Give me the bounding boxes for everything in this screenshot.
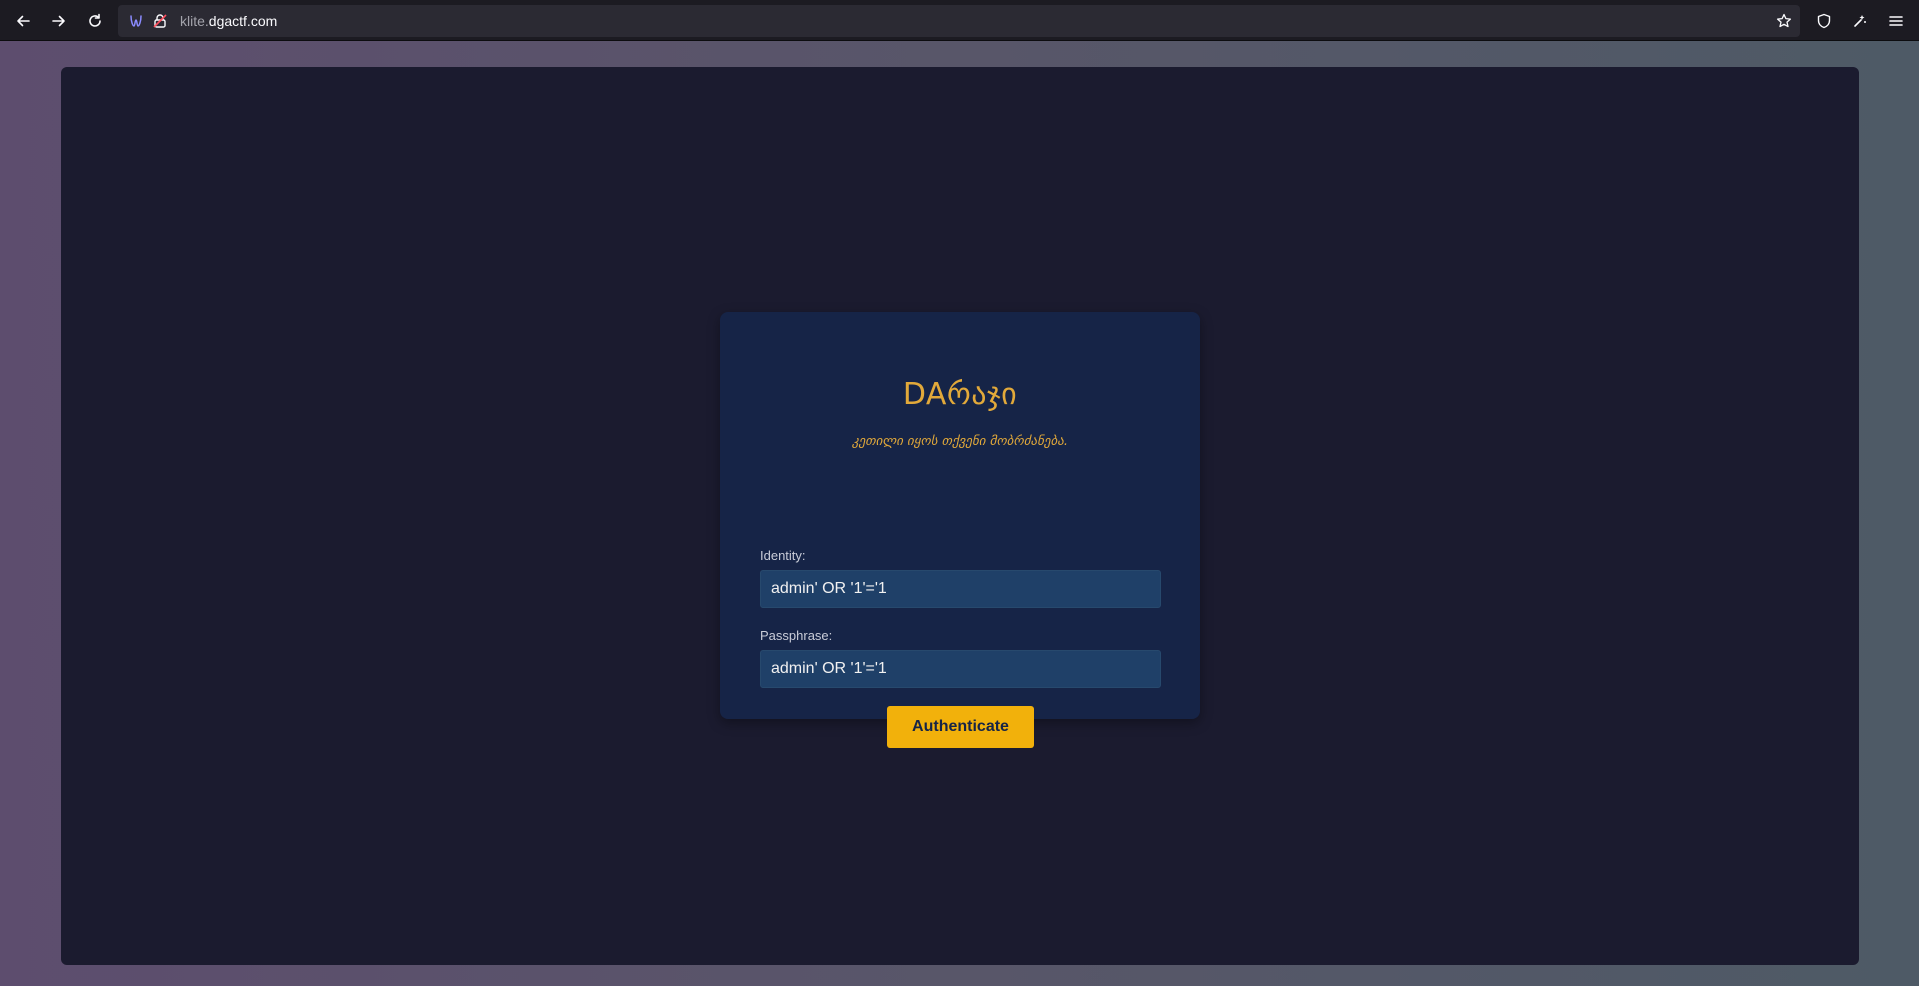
login-card: DAრაჯი კეთილი იყოს თქვენი მობრძანება. Id…: [720, 312, 1200, 748]
identity-label: Identity:: [760, 548, 806, 563]
shield-button[interactable]: [1810, 8, 1838, 34]
browser-toolbar: klite.dgactf.com: [0, 0, 1919, 41]
forward-button[interactable]: [45, 8, 73, 34]
back-button[interactable]: [9, 8, 37, 34]
url-text[interactable]: klite.dgactf.com: [180, 12, 277, 30]
extensions-button[interactable]: [1846, 8, 1874, 34]
passphrase-label: Passphrase:: [760, 628, 833, 643]
reload-button[interactable]: [81, 8, 109, 34]
passphrase-field[interactable]: [760, 650, 1161, 688]
back-arrow-icon: [15, 13, 31, 29]
tracking-protection-icon[interactable]: [127, 12, 145, 30]
authenticate-button[interactable]: Authenticate: [887, 706, 1034, 748]
bookmark-star-icon[interactable]: [1775, 12, 1793, 30]
page-container: DAრაჯი კეთილი იყოს თქვენი მობრძანება. Id…: [61, 67, 1859, 965]
forward-arrow-icon: [51, 13, 67, 29]
url-subdomain: klite.: [180, 13, 209, 29]
reload-icon: [87, 13, 103, 29]
page-title: DAრაჯი: [902, 377, 1018, 412]
identity-field[interactable]: [760, 570, 1161, 608]
insecure-lock-icon[interactable]: [151, 12, 169, 30]
menu-button[interactable]: [1882, 8, 1910, 34]
extensions-icon: [1852, 13, 1868, 29]
welcome-subtitle: კეთილი იყოს თქვენი მობრძანება.: [851, 434, 1068, 449]
url-domain: dgactf.com: [208, 13, 278, 29]
shield-icon: [1816, 13, 1832, 29]
hamburger-menu-icon: [1888, 13, 1904, 29]
url-bar[interactable]: klite.dgactf.com: [118, 5, 1800, 37]
